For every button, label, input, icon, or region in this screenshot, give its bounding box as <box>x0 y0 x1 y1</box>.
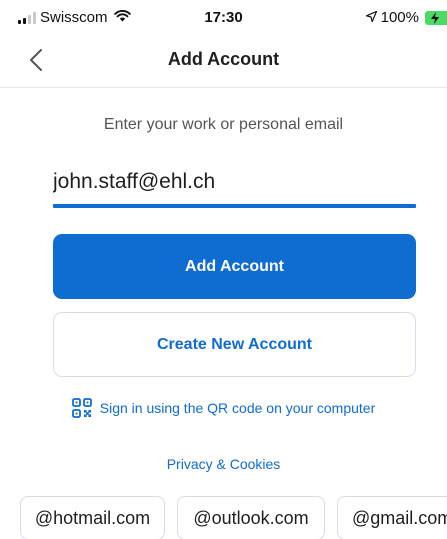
email-input[interactable] <box>53 160 416 204</box>
email-prompt: Enter your work or personal email <box>103 116 344 133</box>
navigation-bar: Add Account <box>0 34 447 88</box>
qr-sign-in-label: Sign in using the QR code on your comput… <box>99 400 376 416</box>
qr-code-icon <box>71 398 92 418</box>
status-bar: Swisscom 17:30 100% <box>0 0 447 34</box>
domain-chip-outlook[interactable]: @outlook.com <box>177 496 325 539</box>
domain-chip-gmail[interactable]: @gmail.com <box>337 496 447 539</box>
page-title: Add Account <box>167 49 280 69</box>
email-underline <box>53 204 416 208</box>
create-new-account-button[interactable]: Create New Account <box>53 312 416 377</box>
battery-percentage: 100% <box>380 9 419 26</box>
domain-suggestions: @hotmail.com @outlook.com @gmail.com <box>20 496 447 539</box>
add-account-button[interactable]: Add Account <box>53 234 416 299</box>
qr-sign-in-link[interactable]: Sign in using the QR code on your comput… <box>0 398 447 418</box>
location-arrow-icon <box>365 9 377 26</box>
email-field-container <box>53 160 416 210</box>
status-right: 100% <box>365 9 447 26</box>
domain-chip-hotmail[interactable]: @hotmail.com <box>20 496 165 539</box>
privacy-cookies-link[interactable]: Privacy & Cookies <box>0 456 447 472</box>
add-account-screen: Swisscom 17:30 100% Add Account Enter yo… <box>0 0 447 539</box>
battery-charging-icon <box>425 10 447 25</box>
